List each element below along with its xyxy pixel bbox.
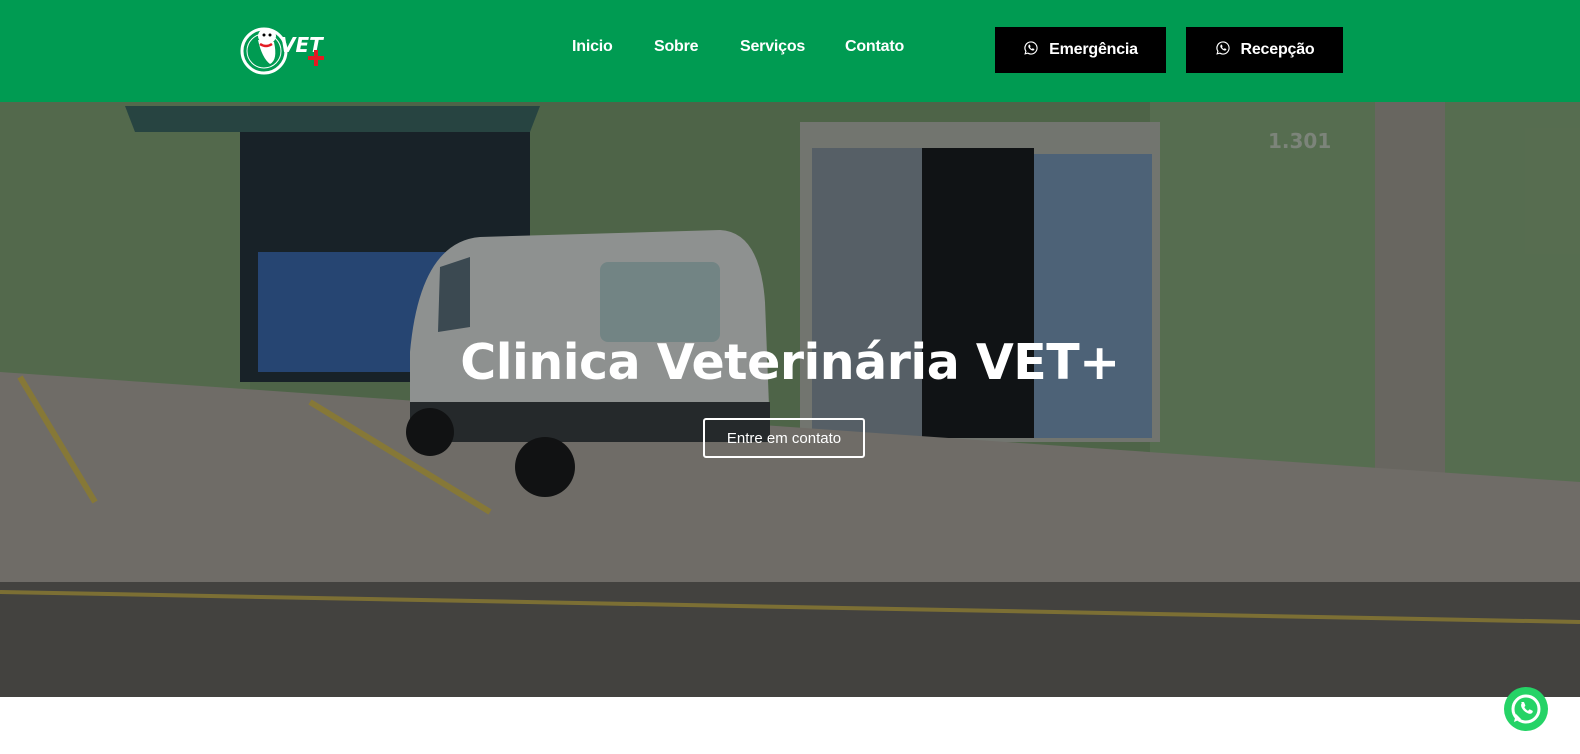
nav-sobre[interactable]: Sobre: [654, 38, 699, 56]
nav-servicos[interactable]: Serviços: [740, 38, 805, 56]
whatsapp-icon: [1504, 687, 1548, 731]
whatsapp-icon: [1023, 40, 1039, 61]
nav-contato[interactable]: Contato: [845, 38, 904, 56]
contact-cta-button[interactable]: Entre em contato: [703, 418, 865, 458]
whatsapp-icon: [1215, 40, 1231, 61]
hero-title: Clinica Veterinária VET+: [460, 334, 1120, 391]
site-header: VET Inicio Sobre Serviços Contato Emergê…: [0, 0, 1580, 102]
hero-overlay: [0, 102, 1580, 697]
recepcao-label: Recepção: [1240, 41, 1315, 58]
emergencia-label: Emergência: [1049, 41, 1138, 58]
nav-inicio[interactable]: Inicio: [572, 38, 613, 56]
emergencia-button[interactable]: Emergência: [995, 27, 1166, 73]
hero-section: 1.301 Clinica Veterinária VET+ Entre em …: [0, 102, 1580, 697]
vet-plus-logo[interactable]: VET: [240, 18, 332, 80]
recepcao-button[interactable]: Recepção: [1186, 27, 1343, 73]
whatsapp-float-button[interactable]: [1503, 686, 1549, 732]
